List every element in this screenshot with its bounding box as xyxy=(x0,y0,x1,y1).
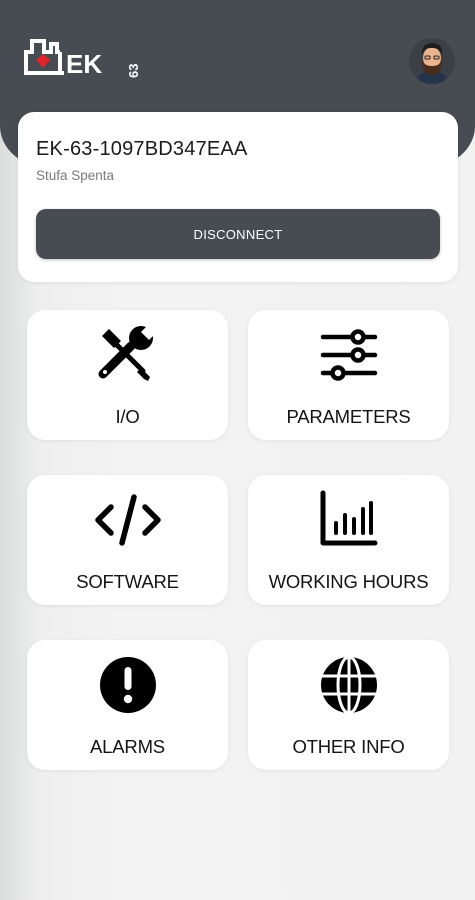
tile-label: OTHER INFO xyxy=(292,736,405,757)
tile-software[interactable]: SOFTWARE xyxy=(27,475,228,605)
user-avatar[interactable] xyxy=(409,38,455,84)
sliders-icon xyxy=(248,324,449,386)
tile-label: WORKING HOURS xyxy=(268,571,429,592)
device-name: EK-63-1097BD347EAA xyxy=(36,138,248,160)
device-status: Stufa Spenta xyxy=(36,168,115,183)
tile-io[interactable]: I/O xyxy=(27,310,228,440)
tile-working-hours[interactable]: WORKING HOURS xyxy=(248,475,449,605)
tile-label: I/O xyxy=(115,406,140,427)
tile-parameters[interactable]: PARAMETERS xyxy=(248,310,449,440)
bar-chart-icon xyxy=(248,489,449,551)
tile-label: SOFTWARE xyxy=(76,571,179,592)
tile-label: PARAMETERS xyxy=(286,406,411,427)
disconnect-button[interactable]: DISCONNECT xyxy=(36,209,440,259)
tools-icon xyxy=(27,324,228,386)
tile-other-info[interactable]: OTHER INFO xyxy=(248,640,449,770)
tile-label: ALARMS xyxy=(90,736,165,757)
logo-text: EK xyxy=(66,49,102,78)
logo-number: 63 xyxy=(126,64,141,78)
code-icon xyxy=(27,489,228,551)
device-card: EK-63-1097BD347EAA Stufa Spenta DISCONNE… xyxy=(18,112,458,282)
ek63-logo: EK 63 xyxy=(24,38,142,79)
tile-alarms[interactable]: ALARMS xyxy=(27,640,228,770)
alert-icon xyxy=(27,654,228,716)
globe-icon xyxy=(248,654,449,716)
